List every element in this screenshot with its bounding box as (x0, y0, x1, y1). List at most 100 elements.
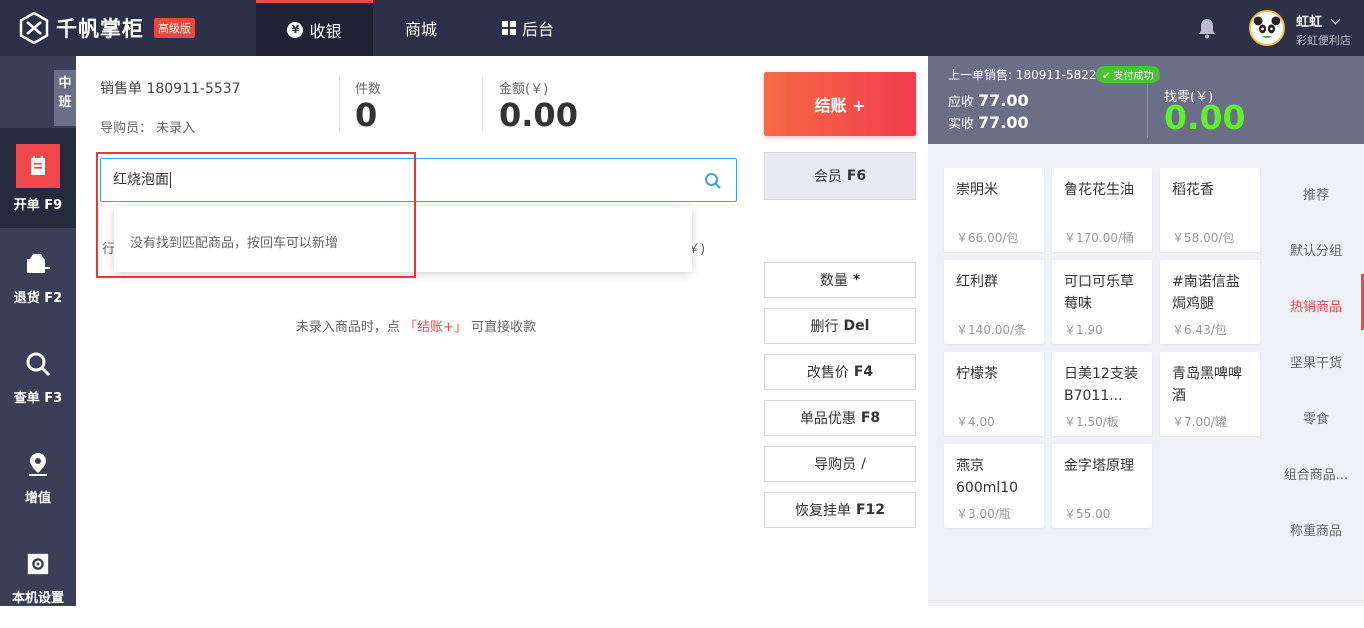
product-card[interactable]: 鲁花花生油 ￥170.00/桶 (1052, 168, 1152, 252)
gear-icon (25, 551, 51, 577)
product-price: ￥6.43/包 (1172, 323, 1227, 337)
nav-backend-label: 后台 (521, 20, 554, 39)
app-name: 千帆掌柜 (56, 17, 144, 41)
highlight-box (96, 152, 416, 278)
yen-icon: ¥ (287, 21, 304, 38)
product-price: ￥66.00/包 (956, 231, 1019, 245)
category-snacks[interactable]: 零食 (1268, 408, 1364, 427)
logo-icon (19, 12, 49, 44)
sidebar-item-label: 查单 F3 (13, 390, 63, 406)
amount-label: 金额(￥) (499, 82, 549, 97)
category-nuts[interactable]: 坚果干货 (1268, 352, 1364, 371)
amount-value: 0.00 (499, 96, 578, 134)
receipt-icon (16, 143, 60, 188)
restore-held-order-button[interactable]: 恢复挂单 F12 (764, 492, 916, 528)
amount-due: 应收 77.00 (948, 91, 1029, 110)
divider (482, 76, 483, 132)
return-box-icon (25, 251, 51, 277)
sidebar-item-settings[interactable]: 本机设置 (0, 528, 76, 628)
sidebar-item-label: 本机设置 (11, 590, 64, 606)
product-card[interactable]: 红利群 ￥140.00/条 (944, 260, 1044, 344)
product-price: ￥3.00/瓶 (956, 507, 1011, 521)
product-card[interactable]: #南诺信盐焗鸡腿 ￥6.43/包 (1160, 260, 1260, 344)
quantity-button[interactable]: 数量 * (764, 262, 916, 298)
product-name: 柠檬茶 (956, 366, 998, 382)
qty-label: 件数 (355, 82, 382, 97)
button-label: 导购员 (814, 457, 857, 473)
received-value: 77.00 (978, 113, 1029, 132)
product-card[interactable]: 燕京600ml10度清爽... ￥3.00/瓶 (944, 444, 1044, 528)
product-name: 燕京600ml10度清爽... (956, 458, 1019, 496)
product-price: ￥1.50/板 (1064, 415, 1119, 429)
guide-button[interactable]: 导购员 / (764, 446, 916, 482)
hint-checkout-link[interactable]: 「结账+」 (404, 320, 467, 335)
hint-text: 可直接收款 (471, 320, 537, 335)
product-card[interactable]: 柠檬茶 ￥4.00 (944, 352, 1044, 436)
sidebar-item-label: 增值 (24, 490, 51, 506)
divider (1147, 84, 1148, 138)
checkout-button[interactable]: 结账 + (764, 72, 916, 136)
category-weighed[interactable]: 称重商品 (1268, 520, 1364, 539)
location-pin-icon (25, 451, 51, 477)
item-discount-button[interactable]: 单品优惠 F8 (764, 400, 916, 436)
qty-value: 0 (355, 96, 378, 134)
button-label: 改售价 (806, 365, 849, 381)
member-button[interactable]: 会员 F6 (764, 152, 916, 200)
avatar[interactable] (1249, 10, 1285, 46)
button-label: 数量 (819, 273, 848, 289)
panda-avatar-icon (1253, 16, 1281, 42)
user-menu[interactable]: 虹虹 (1296, 11, 1340, 30)
divider (339, 76, 340, 132)
sidebar: 中班 开单 F9 退货 F2 查单 F3 增值 本机设置 (0, 56, 76, 606)
category-default-group[interactable]: 默认分组 (1268, 240, 1364, 259)
sidebar-item-return[interactable]: 退货 F2 (0, 228, 76, 328)
category-hot-sale[interactable]: 热销商品 (1268, 296, 1364, 315)
product-card[interactable]: 可口可乐草莓味 ￥1.90 (1052, 260, 1152, 344)
product-name: 稻花香 (1172, 182, 1214, 198)
sidebar-item-value-added[interactable]: 增值 (0, 428, 76, 528)
guide-field[interactable]: 导购员： 未录入 (100, 117, 195, 136)
category-recommended[interactable]: 推荐 (1268, 184, 1364, 203)
last-sale-summary: 上一单销售: 180911-5822 ✔ 支付成功 应收 77.00 实收 77.0… (928, 56, 1364, 144)
user-name: 虹虹 (1296, 15, 1323, 30)
nav-cashier-label: 收银 (309, 21, 342, 41)
nav-cashier[interactable]: ¥ 收银 (256, 0, 373, 56)
product-card[interactable]: 稻花香 ￥58.00/包 (1160, 168, 1260, 252)
last-sale-label: 上一单销售: 180911-5822 (948, 68, 1097, 82)
delete-row-button[interactable]: 删行 Del (764, 308, 916, 344)
product-card[interactable]: 青岛黑啤啤酒 ￥7.00/罐 (1160, 352, 1260, 436)
edition-badge: 高级版 (154, 18, 195, 38)
product-card[interactable]: 崇明米 ￥66.00/包 (944, 168, 1044, 252)
category-combo[interactable]: 组合商品... (1268, 464, 1364, 483)
button-label: 会员 (813, 169, 842, 185)
product-name: 崇明米 (956, 182, 998, 198)
right-panel: 上一单销售: 180911-5822 ✔ 支付成功 应收 77.00 实收 77.0… (928, 56, 1364, 606)
product-price: ￥55.00 (1064, 507, 1111, 521)
nav-backend[interactable]: 后台 (488, 0, 568, 56)
product-price: ￥140.00/条 (956, 323, 1027, 337)
shortcut-key: * (852, 272, 861, 288)
button-label: 恢复挂单 (794, 503, 851, 519)
product-name: 青岛黑啤啤酒 (1172, 366, 1242, 404)
product-price: ￥170.00/桶 (1064, 231, 1135, 245)
button-label: 单品优惠 (799, 411, 856, 427)
shortcut-key: F8 (860, 410, 881, 426)
due-value: 77.00 (978, 91, 1029, 110)
shift-badge: 中班 (54, 70, 76, 126)
change-price-button[interactable]: 改售价 F4 (764, 354, 916, 390)
search-icon[interactable] (704, 172, 722, 190)
order-number: 销售单 180911-5537 (100, 81, 241, 97)
product-name: 可口可乐草莓味 (1064, 274, 1134, 312)
product-card[interactable]: 金字塔原理 ￥55.00 (1052, 444, 1152, 528)
grid-icon (501, 21, 516, 35)
received-label: 实收 (948, 117, 975, 132)
shortcut-key: F12 (855, 502, 886, 518)
shortcut-key: / (861, 456, 866, 472)
bell-icon[interactable] (1195, 16, 1219, 40)
store-name: 彩虹便利店 (1296, 34, 1351, 47)
sidebar-item-new-order[interactable]: 开单 F9 (0, 128, 76, 228)
amount-received: 实收 77.00 (948, 113, 1029, 132)
product-card[interactable]: 日美12支装B7011... ￥1.50/板 (1052, 352, 1152, 436)
sidebar-item-lookup[interactable]: 查单 F3 (0, 328, 76, 428)
nav-mall[interactable]: 商城 (373, 0, 469, 56)
